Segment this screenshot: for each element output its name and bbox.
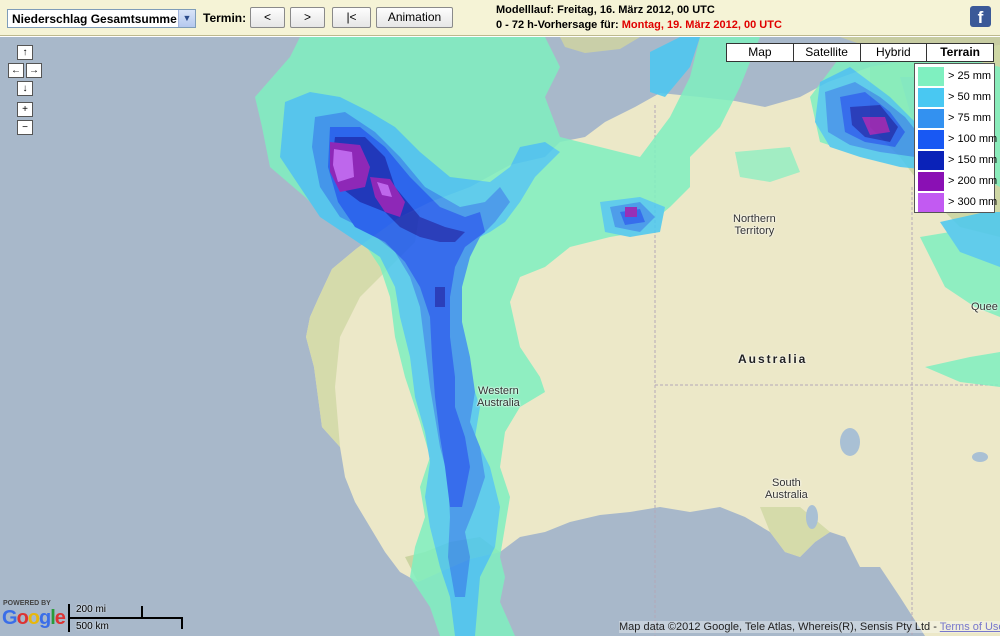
map-type-terrain[interactable]: Terrain [926, 43, 994, 62]
scale-bar: 200 mi 500 km [68, 604, 188, 632]
powered-by-text: POWERED BY [3, 600, 51, 607]
legend-swatch [918, 67, 944, 86]
facebook-icon[interactable]: f [970, 6, 991, 27]
forecast-prefix: 0 - 72 h-Vorhersage für: [496, 19, 619, 31]
animation-button[interactable]: Animation [376, 7, 453, 28]
chevron-down-icon[interactable]: ▼ [178, 10, 195, 27]
scale-miles: 200 mi [76, 604, 107, 615]
terms-of-use-link[interactable]: Terms of Use [940, 621, 1000, 633]
map-copyright: Map data ©2012 Google, Tele Atlas, Where… [619, 621, 1000, 633]
zoom-in-button[interactable]: + [17, 102, 33, 117]
legend-swatch [918, 151, 944, 170]
legend-label: > 300 mm [948, 196, 998, 208]
precip-200mm-kimberley [625, 207, 637, 217]
map-type-hybrid[interactable]: Hybrid [859, 43, 928, 62]
legend-item: > 75 mm [917, 108, 992, 128]
first-button[interactable]: |< [332, 7, 371, 28]
legend-label: > 75 mm [948, 112, 992, 124]
copyright-text: Map data ©2012 Google, Tele Atlas, Where… [619, 621, 940, 633]
legend-item: > 100 mm [917, 129, 997, 149]
map-type-control: Map Satellite Hybrid Terrain [726, 43, 994, 62]
label-northern-territory: Northern Territory [733, 213, 776, 237]
label-queensland: Quee [971, 301, 998, 313]
legend-item: > 25 mm [917, 66, 992, 86]
lake-eyre [840, 428, 860, 456]
previous-button[interactable]: < [250, 7, 285, 28]
toolbar: Niederschlag Gesamtsumme ▼ Termin: < > |… [0, 0, 1000, 36]
label-western-australia: Western Australia [477, 385, 520, 409]
next-button[interactable]: > [290, 7, 325, 28]
legend-item: > 300 mm [917, 192, 997, 212]
map-type-satellite[interactable]: Satellite [792, 43, 861, 62]
forecast-date: Montag, 19. März 2012, 00 UTC [621, 19, 782, 31]
precipitation-legend: > 25 mm > 50 mm > 75 mm > 100 mm > 150 mm > 2… [914, 63, 997, 213]
label-south-australia: South Australia [765, 477, 808, 501]
scale-kilometers: 500 km [76, 621, 109, 632]
forecast-text: 0 - 72 h-Vorhersage für: Montag, 19. Mär… [496, 19, 782, 31]
legend-label: > 50 mm [948, 91, 992, 103]
legend-item: > 50 mm [917, 87, 992, 107]
pan-up-button[interactable]: ↑ [17, 45, 33, 60]
map-canvas[interactable]: ↑ ← → ↓ + − Map Satellite Hybrid Terrain… [0, 37, 1000, 636]
product-select[interactable]: Niederschlag Gesamtsumme ▼ [7, 9, 196, 28]
google-logo[interactable]: Google [2, 607, 66, 630]
pan-right-button[interactable]: → [26, 63, 42, 78]
lake-east [972, 452, 988, 462]
legend-swatch [918, 130, 944, 149]
legend-item: > 150 mm [917, 150, 997, 170]
legend-swatch [918, 193, 944, 212]
termin-label: Termin: [203, 11, 247, 25]
legend-label: > 100 mm [948, 133, 998, 145]
model-run-text: Modelllauf: Freitag, 16. März 2012, 00 U… [496, 4, 715, 16]
legend-swatch [918, 109, 944, 128]
legend-swatch [918, 88, 944, 107]
pan-down-button[interactable]: ↓ [17, 81, 33, 96]
legend-label: > 150 mm [948, 154, 998, 166]
zoom-out-button[interactable]: − [17, 120, 33, 135]
map-type-map[interactable]: Map [726, 43, 794, 62]
pan-left-button[interactable]: ← [8, 63, 24, 78]
lake-torrens [806, 505, 818, 529]
legend-item: > 200 mm [917, 171, 997, 191]
legend-label: > 25 mm [948, 70, 992, 82]
precip-150mm-spot [435, 287, 445, 307]
label-australia: Australia [738, 352, 808, 366]
legend-swatch [918, 172, 944, 191]
legend-label: > 200 mm [948, 175, 998, 187]
product-select-value: Niederschlag Gesamtsumme [12, 12, 177, 26]
map-graphic [0, 37, 1000, 636]
